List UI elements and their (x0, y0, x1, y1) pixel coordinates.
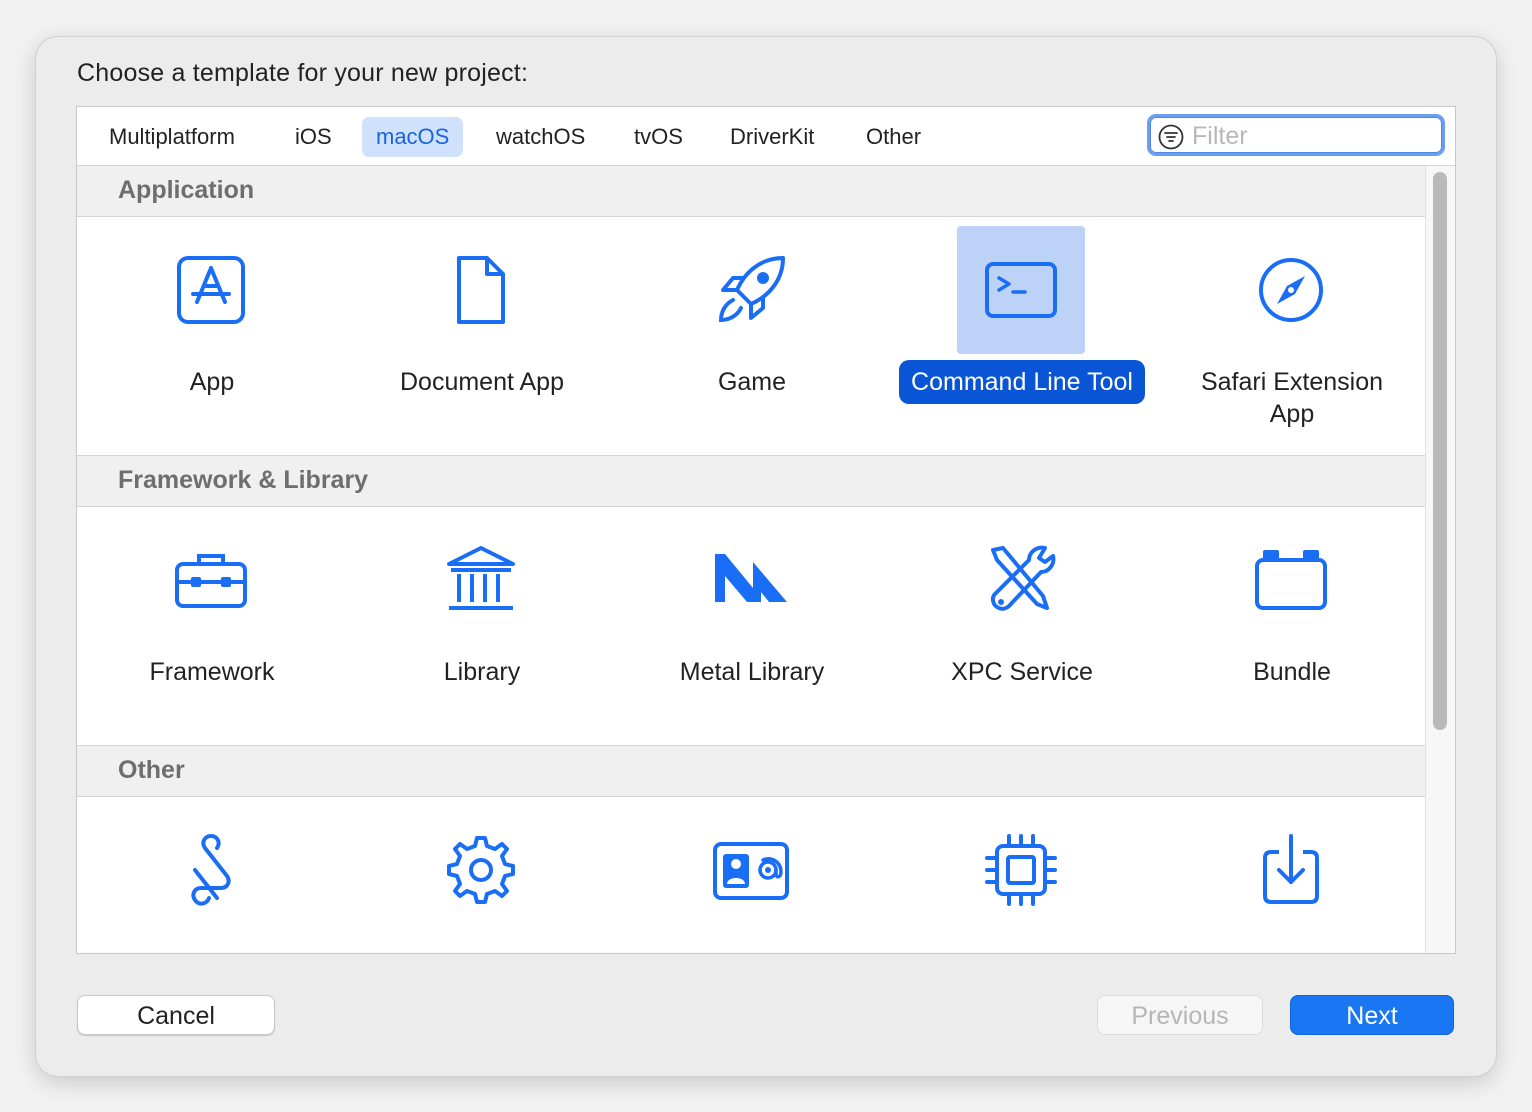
template-label: Game (717, 368, 787, 396)
scroll-icon (191, 834, 231, 906)
gear-icon (447, 836, 515, 904)
template-label: XPC Service (951, 658, 1093, 686)
template-label: Bundle (1253, 658, 1331, 686)
template-label (907, 940, 1137, 952)
template-label: Framework (149, 658, 275, 686)
template-label (1177, 940, 1407, 952)
filter-input[interactable] (1190, 119, 1434, 153)
template-label: Command Line Tool (899, 360, 1145, 404)
filter-field[interactable] (1147, 114, 1445, 156)
template-panel: Multiplatform iOS macOS watchOS tvOS Dri… (76, 106, 1456, 954)
toolbox-icon (175, 554, 247, 608)
section-header-other: Other (77, 745, 1425, 797)
template-list: Application App Document App Game Comman… (77, 165, 1425, 953)
template-label (97, 940, 327, 952)
app-store-icon (177, 256, 245, 324)
template-label: App (189, 368, 235, 396)
platform-tabbar: Multiplatform iOS macOS watchOS tvOS Dri… (77, 107, 1455, 166)
compass-icon (1259, 258, 1323, 322)
dialog-prompt: Choose a template for your new project: (77, 59, 529, 87)
wrench-screwdriver-icon (990, 545, 1056, 611)
next-button[interactable]: Next (1290, 995, 1454, 1035)
section-header-framework-library: Framework & Library (77, 455, 1425, 507)
vertical-scrollbar[interactable] (1425, 166, 1455, 953)
template-label (637, 940, 867, 952)
tab-watchos[interactable]: watchOS (482, 117, 599, 157)
section-header-application: Application (77, 165, 1425, 217)
cancel-button[interactable]: Cancel (77, 995, 275, 1035)
tab-macos[interactable]: macOS (362, 117, 464, 157)
section-title: Application (118, 176, 255, 204)
template-label: Safari Extension App (1200, 368, 1384, 428)
rocket-icon (718, 256, 785, 323)
building-columns-icon (447, 546, 515, 610)
tab-multiplatform[interactable]: Multiplatform (95, 117, 249, 157)
template-label: Metal Library (679, 658, 825, 686)
template-label: Library (443, 658, 521, 686)
bundle-icon (1255, 550, 1327, 610)
tab-other[interactable]: Other (852, 117, 935, 157)
section-title: Other (118, 756, 185, 784)
terminal-icon (985, 262, 1057, 318)
section-title: Framework & Library (118, 466, 369, 494)
previous-button[interactable]: Previous (1097, 995, 1263, 1035)
tab-ios[interactable]: iOS (281, 117, 346, 157)
template-label: Document App (400, 368, 564, 396)
filter-icon (1158, 124, 1184, 150)
template-label (367, 940, 597, 952)
tab-driverkit[interactable]: DriverKit (716, 117, 828, 157)
tab-tvos[interactable]: tvOS (620, 117, 697, 157)
metal-icon (715, 554, 787, 602)
scrollbar-thumb[interactable] (1433, 172, 1447, 730)
contact-card-icon (713, 842, 789, 900)
new-project-dialog: Choose a template for your new project: … (36, 37, 1496, 1076)
download-tray-icon (1263, 834, 1319, 904)
chip-icon (985, 834, 1057, 906)
document-icon (457, 256, 505, 324)
